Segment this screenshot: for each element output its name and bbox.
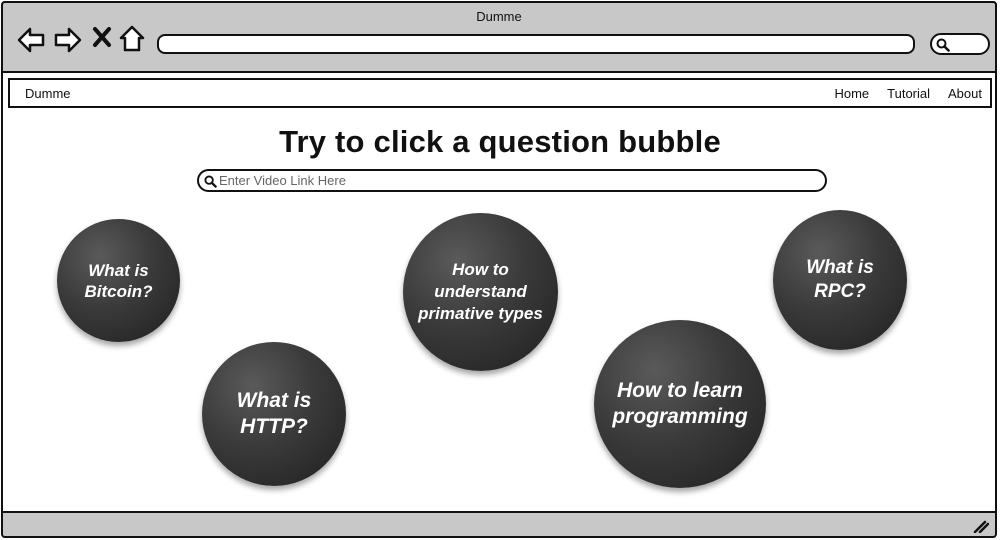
question-bubble-http[interactable]: What is HTTP? [202,342,346,486]
bubble-text-line: What is [236,389,312,412]
question-bubble-primitive-types[interactable]: How to understand primative types [403,213,558,371]
nav-menu: Home Tutorial About [834,86,982,101]
question-bubble-programming[interactable]: How to learn programming [594,320,766,488]
question-bubble-bitcoin[interactable]: What is Bitcoin? [57,219,180,342]
bubble-text-line: primative types [418,304,543,323]
video-link-input[interactable] [219,172,814,189]
window-title: Dumme [476,9,522,24]
bubble-text-line: What is [88,260,149,280]
bubble-text-line: HTTP? [240,415,308,438]
site-brand[interactable]: Dumme [25,86,71,101]
nav-link-tutorial[interactable]: Tutorial [887,86,930,101]
address-bar[interactable] [157,34,915,54]
video-link-search[interactable] [197,169,827,192]
bubble-text-line: How to [452,260,509,279]
site-navbar: Dumme Home Tutorial About [8,78,992,108]
bubble-text-line: RPC? [814,281,866,302]
page-title: Try to click a question bubble [279,124,721,159]
nav-link-home[interactable]: Home [834,86,869,101]
bubble-text-line: programming [612,405,748,428]
question-bubble-rpc[interactable]: What is RPC? [773,210,907,350]
bubble-text-line: Bitcoin? [84,281,153,301]
search-icon [936,38,950,52]
resize-grip-icon[interactable] [973,519,989,533]
arrow-right-icon[interactable] [53,25,83,55]
search-icon [204,175,217,188]
close-icon[interactable] [91,25,121,55]
arrow-left-icon[interactable] [16,25,46,55]
bubble-text-line: understand [434,282,527,301]
browser-toolbar: Dumme [1,1,997,73]
nav-link-about[interactable]: About [948,86,982,101]
bubble-text-line: How to learn [616,379,743,402]
home-icon[interactable] [119,25,149,55]
browser-search-field[interactable] [930,33,990,55]
status-bar [1,511,997,538]
bubble-text-line: What is [806,257,874,278]
